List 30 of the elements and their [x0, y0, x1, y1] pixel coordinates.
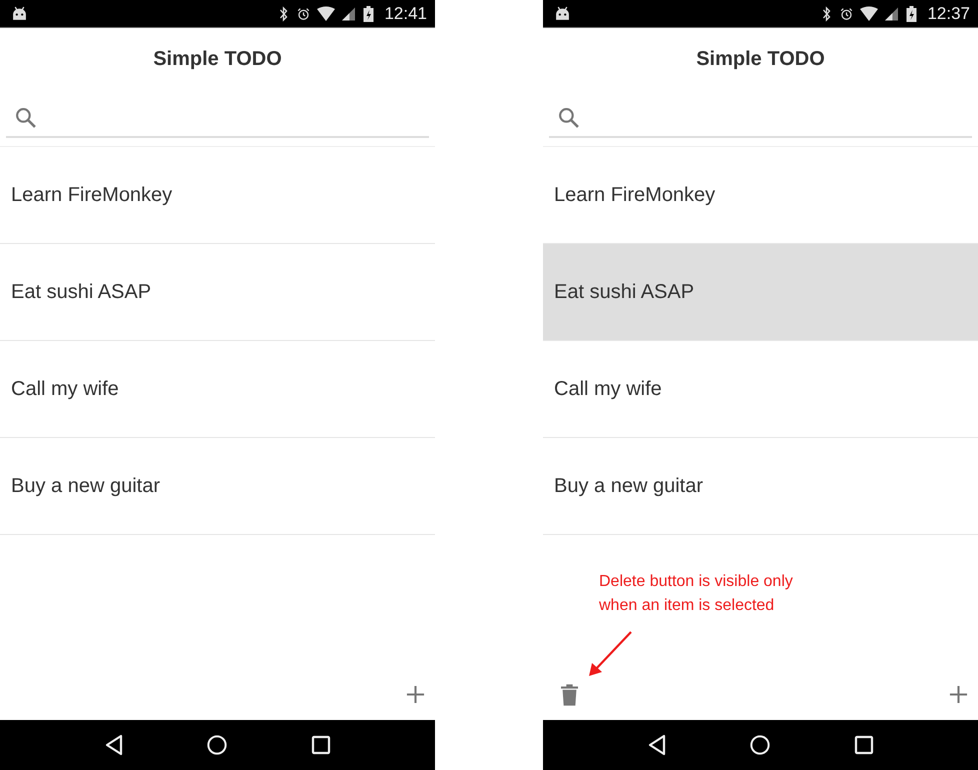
search-icon: [15, 106, 36, 128]
recents-icon[interactable]: [311, 734, 332, 756]
signal-icon: [342, 6, 356, 22]
add-icon[interactable]: [406, 684, 425, 704]
wifi-icon: [317, 6, 336, 22]
annotation-arrow: [587, 630, 633, 678]
search-icon: [558, 106, 579, 128]
clock-time: 12:37: [927, 4, 970, 24]
alarm-icon: [840, 6, 854, 22]
battery-icon: [905, 6, 918, 22]
todo-item[interactable]: Eat sushi ASAP: [543, 244, 978, 341]
todo-item[interactable]: Call my wife: [543, 341, 978, 438]
signal-icon: [885, 6, 898, 22]
back-icon[interactable]: [646, 734, 667, 756]
android-icon: [555, 6, 570, 21]
recents-icon[interactable]: [854, 734, 874, 756]
home-icon[interactable]: [750, 734, 770, 756]
app-title: Simple TODO: [152, 46, 283, 72]
battery-icon: [362, 6, 376, 22]
clock-time: 12:41: [384, 4, 427, 24]
back-icon[interactable]: [104, 734, 124, 756]
home-icon[interactable]: [207, 734, 228, 756]
annotation-text: Delete button is visible only when an item is selected: [599, 572, 794, 616]
wifi-icon: [860, 6, 878, 22]
alarm-icon: [297, 6, 310, 22]
app-title: Simple TODO: [695, 46, 826, 72]
add-icon[interactable]: [949, 684, 968, 704]
todo-item[interactable]: Buy a new guitar: [543, 438, 978, 535]
trash-icon[interactable]: [561, 684, 578, 706]
android-icon: [12, 6, 27, 21]
